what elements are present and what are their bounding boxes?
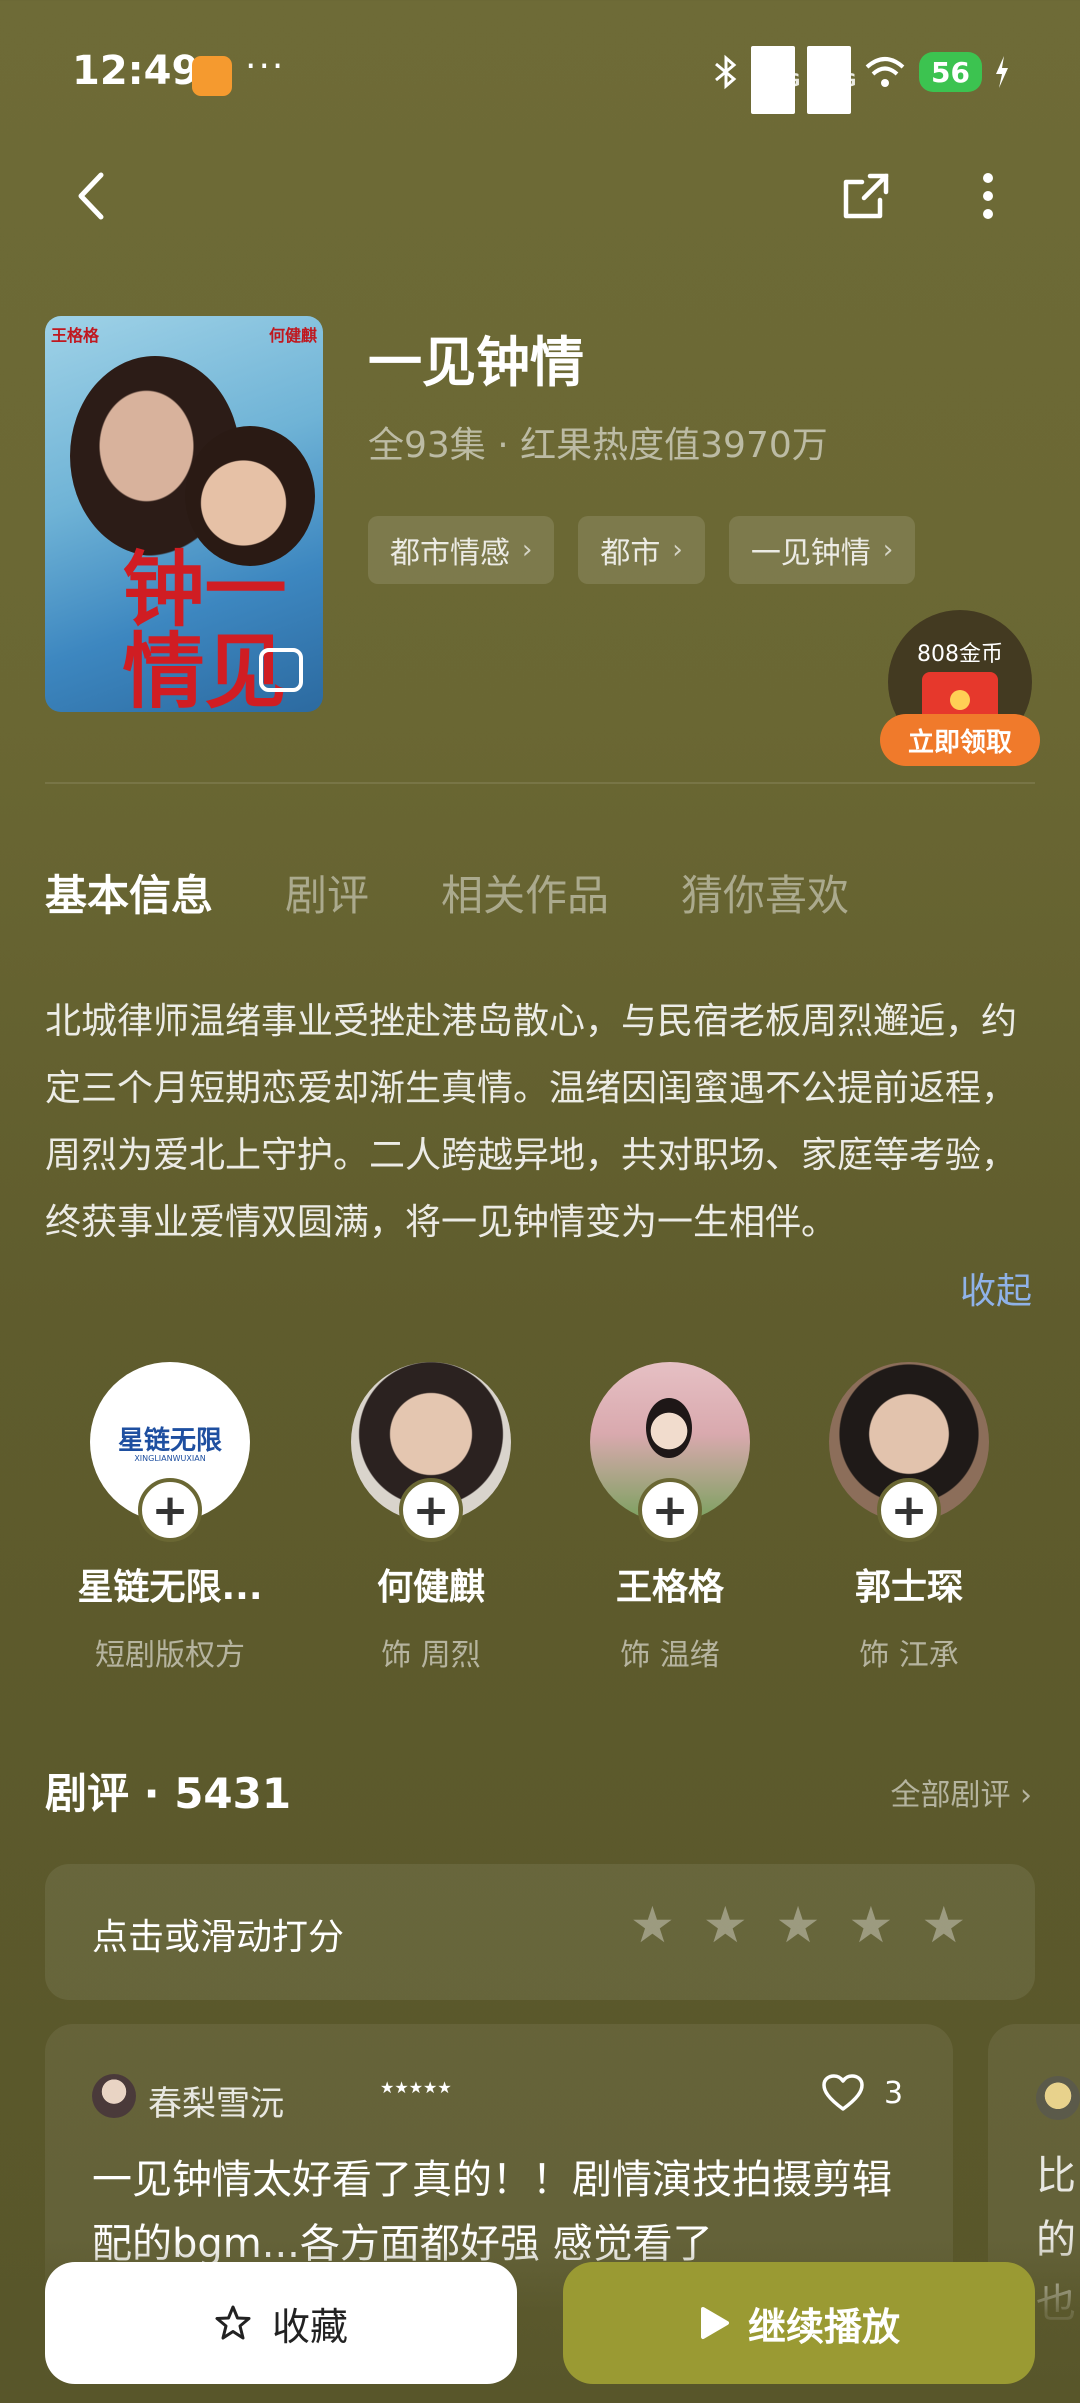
- signal-icon-2: 5G: [807, 46, 856, 114]
- follow-plus-icon[interactable]: +: [638, 1478, 702, 1542]
- collapse-button[interactable]: 收起: [960, 1262, 1032, 1314]
- star-icon[interactable]: ★: [921, 1900, 966, 1950]
- more-vertical-icon: [983, 173, 993, 219]
- play-icon: [700, 2307, 729, 2339]
- cast-role: 饰 周烈: [381, 1638, 481, 1673]
- status-time: 12:49: [72, 48, 200, 94]
- like-count: 3: [884, 2075, 904, 2111]
- poster-cast-names: 王格格 何健麒: [51, 326, 317, 345]
- bluetooth-icon: [715, 54, 737, 90]
- cast-name: 星链无限...: [77, 1567, 263, 1608]
- coin-reward-widget[interactable]: 808金币 立即领取: [880, 610, 1040, 768]
- chevron-right-icon: ›: [882, 535, 894, 565]
- continue-play-button[interactable]: 继续播放: [563, 2262, 1035, 2384]
- signal-icon: 5G: [751, 46, 800, 114]
- chevron-right-icon: ›: [522, 535, 533, 565]
- chevron-right-icon: ›: [1020, 1778, 1032, 1813]
- all-reviews-link[interactable]: 全部剧评 ›: [890, 1770, 1032, 1814]
- cast-item[interactable]: + 王格格 饰 温绪: [570, 1362, 770, 1674]
- cast-name: 郭士琛: [854, 1567, 963, 1608]
- star-outline-icon: [215, 2305, 251, 2340]
- cast-item[interactable]: 星链无限 XINGLIANWUXIAN + 星链无限... 短剧版权方: [70, 1362, 270, 1674]
- synopsis-text: 北城律师温绪事业受挫赴港岛散心，与民宿老板周烈邂逅，约定三个月短期恋爱却渐生真情…: [45, 1001, 1018, 1243]
- back-button[interactable]: [54, 160, 126, 232]
- reviews-heading: 剧评 · 5431: [45, 1769, 292, 1818]
- chevron-right-icon: ›: [672, 535, 683, 565]
- follow-plus-icon[interactable]: +: [399, 1478, 463, 1542]
- like-button[interactable]: 3: [822, 2074, 903, 2112]
- cast-name: 王格格: [615, 1567, 724, 1608]
- show-meta: 全93集 · 红果热度值3970万: [368, 425, 828, 466]
- detail-tabs: 基本信息 剧评 相关作品 猜你喜欢: [45, 862, 849, 923]
- cast-item[interactable]: + 郭士琛 饰 江承: [809, 1362, 1009, 1674]
- show-poster[interactable]: 王格格 何健麒 一见钟情: [45, 316, 323, 712]
- follow-plus-icon[interactable]: +: [877, 1478, 941, 1542]
- tab-reviews[interactable]: 剧评: [285, 862, 369, 923]
- reviewer-name[interactable]: 春梨雪沅: [148, 2076, 284, 2125]
- star-icon[interactable]: ★: [776, 1900, 821, 1950]
- coin-amount: 808金币: [917, 642, 1003, 667]
- wifi-icon: [865, 57, 905, 87]
- poster-actor: [185, 426, 315, 566]
- star-icon[interactable]: ★: [630, 1900, 675, 1950]
- charging-icon: [996, 56, 1008, 88]
- company-logo-subtext: XINGLIANWUXIAN: [134, 1454, 206, 1463]
- review-stars: ★★★★★: [380, 2078, 452, 2097]
- cast-item[interactable]: + 何健麒 饰 周烈: [331, 1362, 531, 1674]
- tag-list: 都市情感 › 都市 › 一见钟情 ›: [368, 516, 916, 584]
- more-notifications-indicator: ···: [245, 46, 286, 87]
- share-button[interactable]: [830, 160, 902, 232]
- gallery-icon[interactable]: [259, 648, 303, 692]
- company-logo-text: 星链无限: [117, 1426, 222, 1456]
- tab-basic-info[interactable]: 基本信息: [45, 862, 213, 923]
- show-title: 一见钟情: [368, 331, 584, 394]
- app-notification-icon: [192, 56, 232, 96]
- favorite-button[interactable]: 收藏: [45, 2262, 517, 2384]
- tag-chip[interactable]: 都市 ›: [578, 516, 705, 584]
- cast-role: 饰 江承: [859, 1638, 959, 1673]
- tab-related-works[interactable]: 相关作品: [441, 862, 609, 923]
- rating-prompt: 点击或滑动打分: [92, 1917, 345, 1958]
- poster-title-art: 一见钟情: [108, 546, 286, 710]
- back-arrow-icon: [78, 172, 104, 220]
- reviewer-avatar: [1036, 2076, 1080, 2120]
- more-button[interactable]: [952, 160, 1024, 232]
- claim-button[interactable]: 立即领取: [880, 714, 1040, 766]
- cast-role: 饰 温绪: [620, 1638, 720, 1673]
- battery-indicator: 56: [919, 52, 982, 92]
- reviewer-avatar[interactable]: [92, 2074, 136, 2118]
- play-label: 继续播放: [747, 2304, 900, 2349]
- section-divider: [45, 782, 1035, 784]
- cast-role: 短剧版权方: [95, 1638, 245, 1673]
- star-icon[interactable]: ★: [703, 1900, 748, 1950]
- tab-recommendations[interactable]: 猜你喜欢: [681, 862, 849, 923]
- follow-plus-icon[interactable]: +: [138, 1478, 202, 1542]
- rating-stars[interactable]: ★ ★ ★ ★ ★: [630, 1900, 966, 1950]
- tag-chip[interactable]: 一见钟情 ›: [728, 516, 916, 584]
- status-indicators: 5G 5G 56: [713, 46, 1010, 114]
- heart-icon: [822, 2074, 864, 2111]
- cast-name: 何健麒: [376, 1567, 485, 1608]
- star-icon[interactable]: ★: [848, 1900, 893, 1950]
- share-icon: [843, 173, 889, 219]
- tag-chip[interactable]: 都市情感 ›: [368, 516, 555, 584]
- favorite-label: 收藏: [271, 2304, 348, 2349]
